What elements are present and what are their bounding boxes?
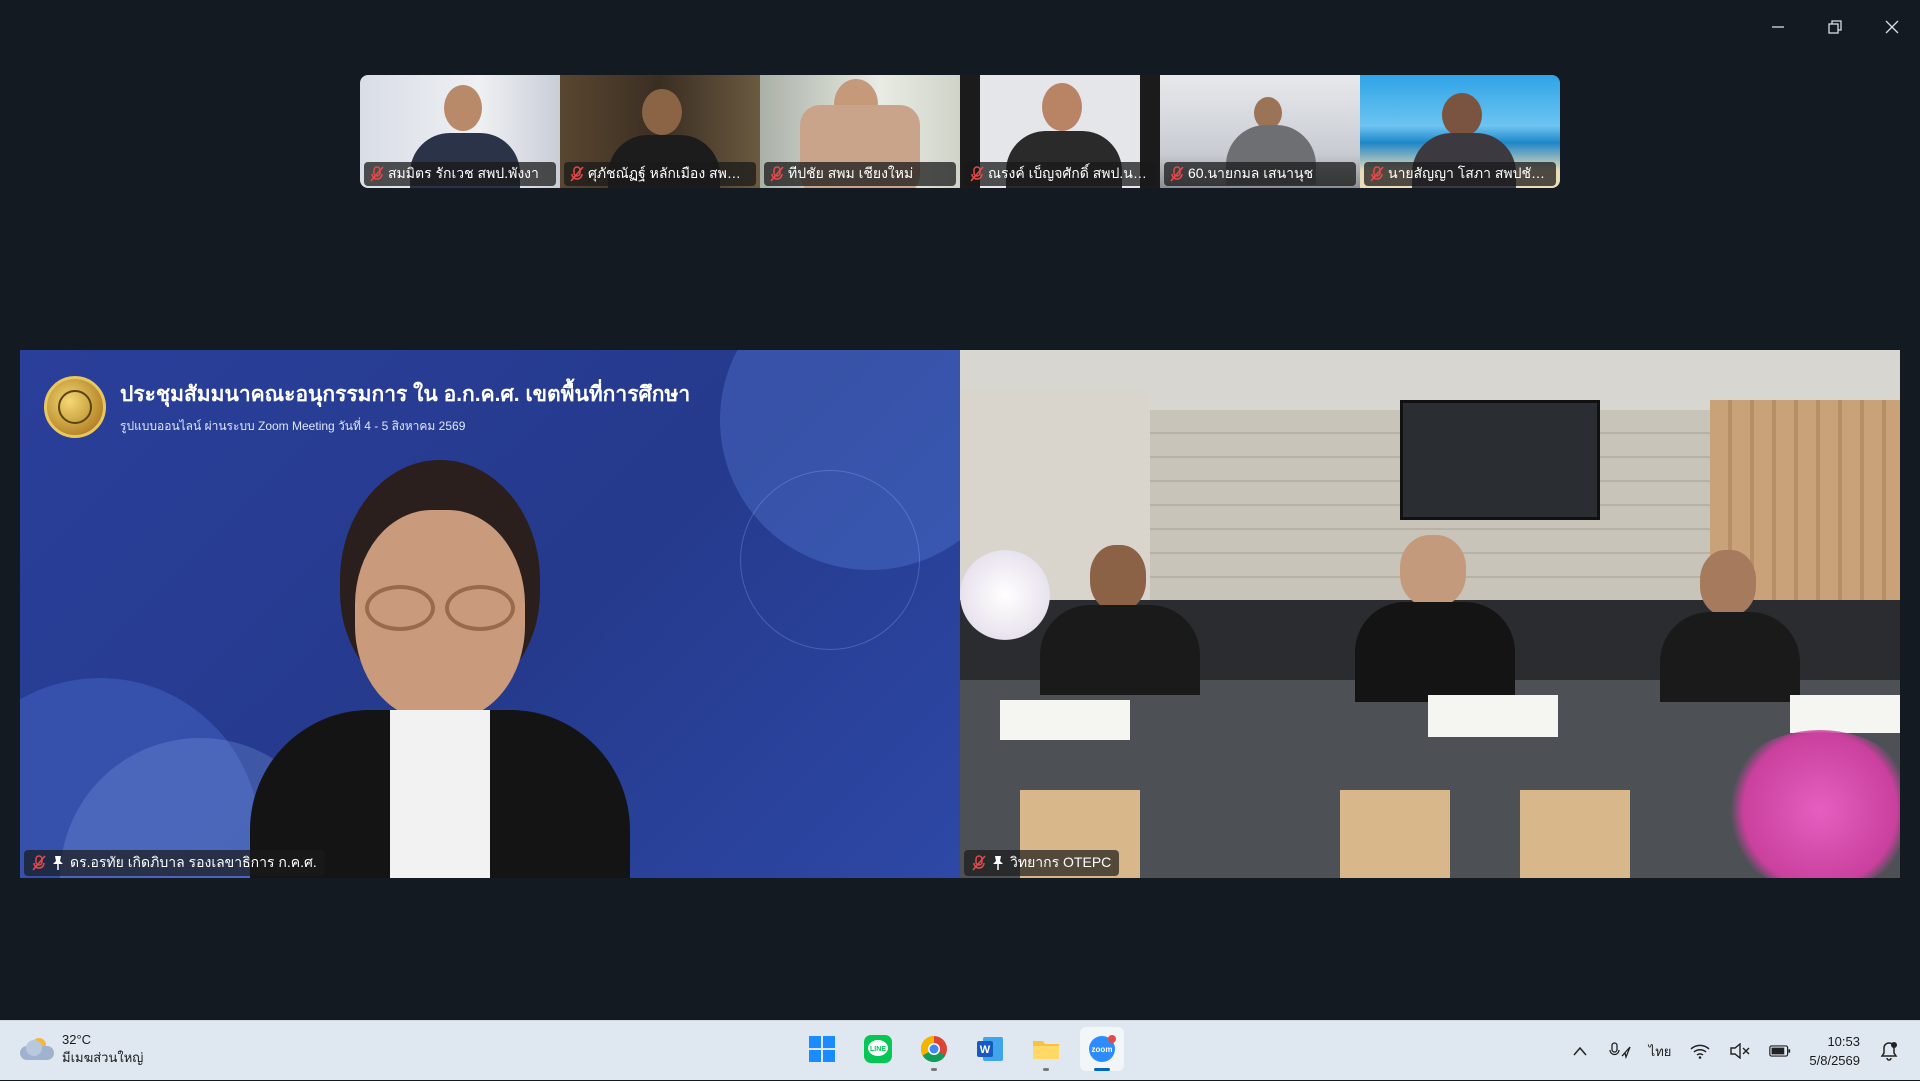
participant-tile[interactable]: นายสัญญา โสภา สพปชัย... <box>1360 75 1560 188</box>
speaker-tile-right[interactable]: วิทยากร OTEPC <box>960 350 1900 878</box>
word-icon: W <box>975 1034 1005 1064</box>
muted-mic-icon <box>972 855 986 871</box>
muted-mic-icon <box>32 855 46 871</box>
folder-icon <box>1031 1034 1061 1064</box>
svg-text:LINE: LINE <box>870 1046 886 1053</box>
battery-icon[interactable] <box>1769 1040 1791 1062</box>
speaker-name: วิทยากร OTEPC <box>1010 852 1111 874</box>
chevron-up-icon[interactable] <box>1569 1040 1591 1062</box>
minimize-button[interactable] <box>1749 0 1806 54</box>
svg-text:W: W <box>980 1044 991 1056</box>
participant-tile[interactable]: ศุภัชณัฏฐ์ หลักเมือง สพม.... <box>560 75 760 188</box>
room-video <box>960 350 1900 878</box>
system-tray: ไทย 10:53 5/8/2569 <box>1569 1021 1900 1081</box>
banner-title: ประชุมสัมมนาคณะอนุกรรมการ ใน อ.ก.ค.ศ. เข… <box>120 378 690 411</box>
banner-subtitle: รูปแบบออนไลน์ ผ่านระบบ Zoom Meeting วันท… <box>120 417 690 436</box>
restore-icon <box>1827 19 1843 35</box>
chrome-app-button[interactable] <box>912 1027 956 1071</box>
meeting-banner: ประชุมสัมมนาคณะอนุกรรมการ ใน อ.ก.ค.ศ. เข… <box>44 376 690 438</box>
participant-label: 60.นายกมล เสนานุช <box>1164 162 1356 186</box>
clock-date: 5/8/2569 <box>1809 1051 1860 1070</box>
active-indicator <box>1094 1068 1110 1071</box>
speaker-tile-left[interactable]: ประชุมสัมมนาคณะอนุกรรมการ ใน อ.ก.ค.ศ. เข… <box>20 350 960 878</box>
svg-text:zoom: zoom <box>1092 1045 1113 1054</box>
participant-strip: สมมิตร รักเวช สพป.พังงา ศุภัชณัฏฐ์ หลักเ… <box>360 75 1560 188</box>
speaker-label: วิทยากร OTEPC <box>964 850 1119 876</box>
speaker-name: ดร.อรทัย เกิดภิบาล รองเลขาธิการ ก.ค.ศ. <box>70 852 317 874</box>
participant-name: สมมิตร รักเวช สพป.พังงา <box>388 163 539 185</box>
muted-mic-icon <box>970 166 984 182</box>
participant-tile[interactable]: สมมิตร รักเวช สพป.พังงา <box>360 75 560 188</box>
windows-start-button[interactable] <box>800 1027 844 1071</box>
muted-mic-icon <box>1170 166 1184 182</box>
muted-mic-icon <box>370 166 384 182</box>
minimize-icon <box>1770 19 1786 35</box>
window-controls <box>1749 0 1920 54</box>
running-indicator <box>1043 1068 1049 1071</box>
zoom-icon: zoom <box>1087 1034 1117 1064</box>
close-button[interactable] <box>1863 0 1920 54</box>
zoom-app-button[interactable]: zoom <box>1080 1027 1124 1071</box>
chrome-icon <box>919 1034 949 1064</box>
participant-name: 60.นายกมล เสนานุช <box>1188 163 1313 185</box>
microphone-location-icon[interactable] <box>1609 1040 1631 1062</box>
pin-icon <box>52 855 64 871</box>
participant-label: นายสัญญา โสภา สพปชัย... <box>1364 162 1556 186</box>
speaker-video <box>230 460 650 878</box>
windows-icon <box>808 1035 836 1063</box>
participant-name: ทีปชัย สพม เชียงใหม่ <box>788 163 913 185</box>
weather-temperature: 32°C <box>62 1031 143 1049</box>
close-icon <box>1884 19 1900 35</box>
running-indicator <box>931 1068 937 1071</box>
participant-name: ณรงค์ เบ็ญจศักดิ์ สพป.นศ.4 <box>988 163 1150 185</box>
taskbar-apps: LINE W <box>800 1027 1124 1071</box>
word-app-button[interactable]: W <box>968 1027 1012 1071</box>
participant-tile[interactable]: 60.นายกมล เสนานุช <box>1160 75 1360 188</box>
participant-tile[interactable]: ทีปชัย สพม เชียงใหม่ <box>760 75 960 188</box>
main-video-area: ประชุมสัมมนาคณะอนุกรรมการ ใน อ.ก.ค.ศ. เข… <box>20 350 1900 878</box>
decorative-shape <box>740 470 920 650</box>
notification-bell-icon[interactable] <box>1878 1040 1900 1062</box>
participant-label: ณรงค์ เบ็ญจศักดิ์ สพป.นศ.4 <box>964 162 1156 186</box>
line-icon: LINE <box>863 1034 893 1064</box>
clock-time: 10:53 <box>1809 1032 1860 1051</box>
restore-button[interactable] <box>1806 0 1863 54</box>
speaker-muted-icon[interactable] <box>1729 1040 1751 1062</box>
taskbar: 32°C มีเมฆส่วนใหญ่ LINE <box>0 1020 1920 1080</box>
speaker-label: ดร.อรทัย เกิดภิบาล รองเลขาธิการ ก.ค.ศ. <box>24 850 325 876</box>
participant-label: สมมิตร รักเวช สพป.พังงา <box>364 162 556 186</box>
muted-mic-icon <box>770 166 784 182</box>
participant-label: ทีปชัย สพม เชียงใหม่ <box>764 162 956 186</box>
participant-name: ศุภัชณัฏฐ์ หลักเมือง สพม.... <box>588 163 750 185</box>
muted-mic-icon <box>1370 166 1384 182</box>
emblem-logo <box>44 376 106 438</box>
participant-name: นายสัญญา โสภา สพปชัย... <box>1388 163 1550 185</box>
cloud-icon <box>20 1036 54 1062</box>
language-indicator[interactable]: ไทย <box>1649 1041 1672 1062</box>
muted-mic-icon <box>570 166 584 182</box>
pin-icon <box>992 855 1004 871</box>
file-explorer-button[interactable] <box>1024 1027 1068 1071</box>
line-app-button[interactable]: LINE <box>856 1027 900 1071</box>
participant-label: ศุภัชณัฏฐ์ หลักเมือง สพม.... <box>564 162 756 186</box>
clock[interactable]: 10:53 5/8/2569 <box>1809 1032 1860 1070</box>
weather-condition: มีเมฆส่วนใหญ่ <box>62 1049 143 1067</box>
weather-widget[interactable]: 32°C มีเมฆส่วนใหญ่ <box>20 1031 143 1067</box>
wifi-icon[interactable] <box>1689 1040 1711 1062</box>
participant-tile[interactable]: ณรงค์ เบ็ญจศักดิ์ สพป.นศ.4 <box>960 75 1160 188</box>
